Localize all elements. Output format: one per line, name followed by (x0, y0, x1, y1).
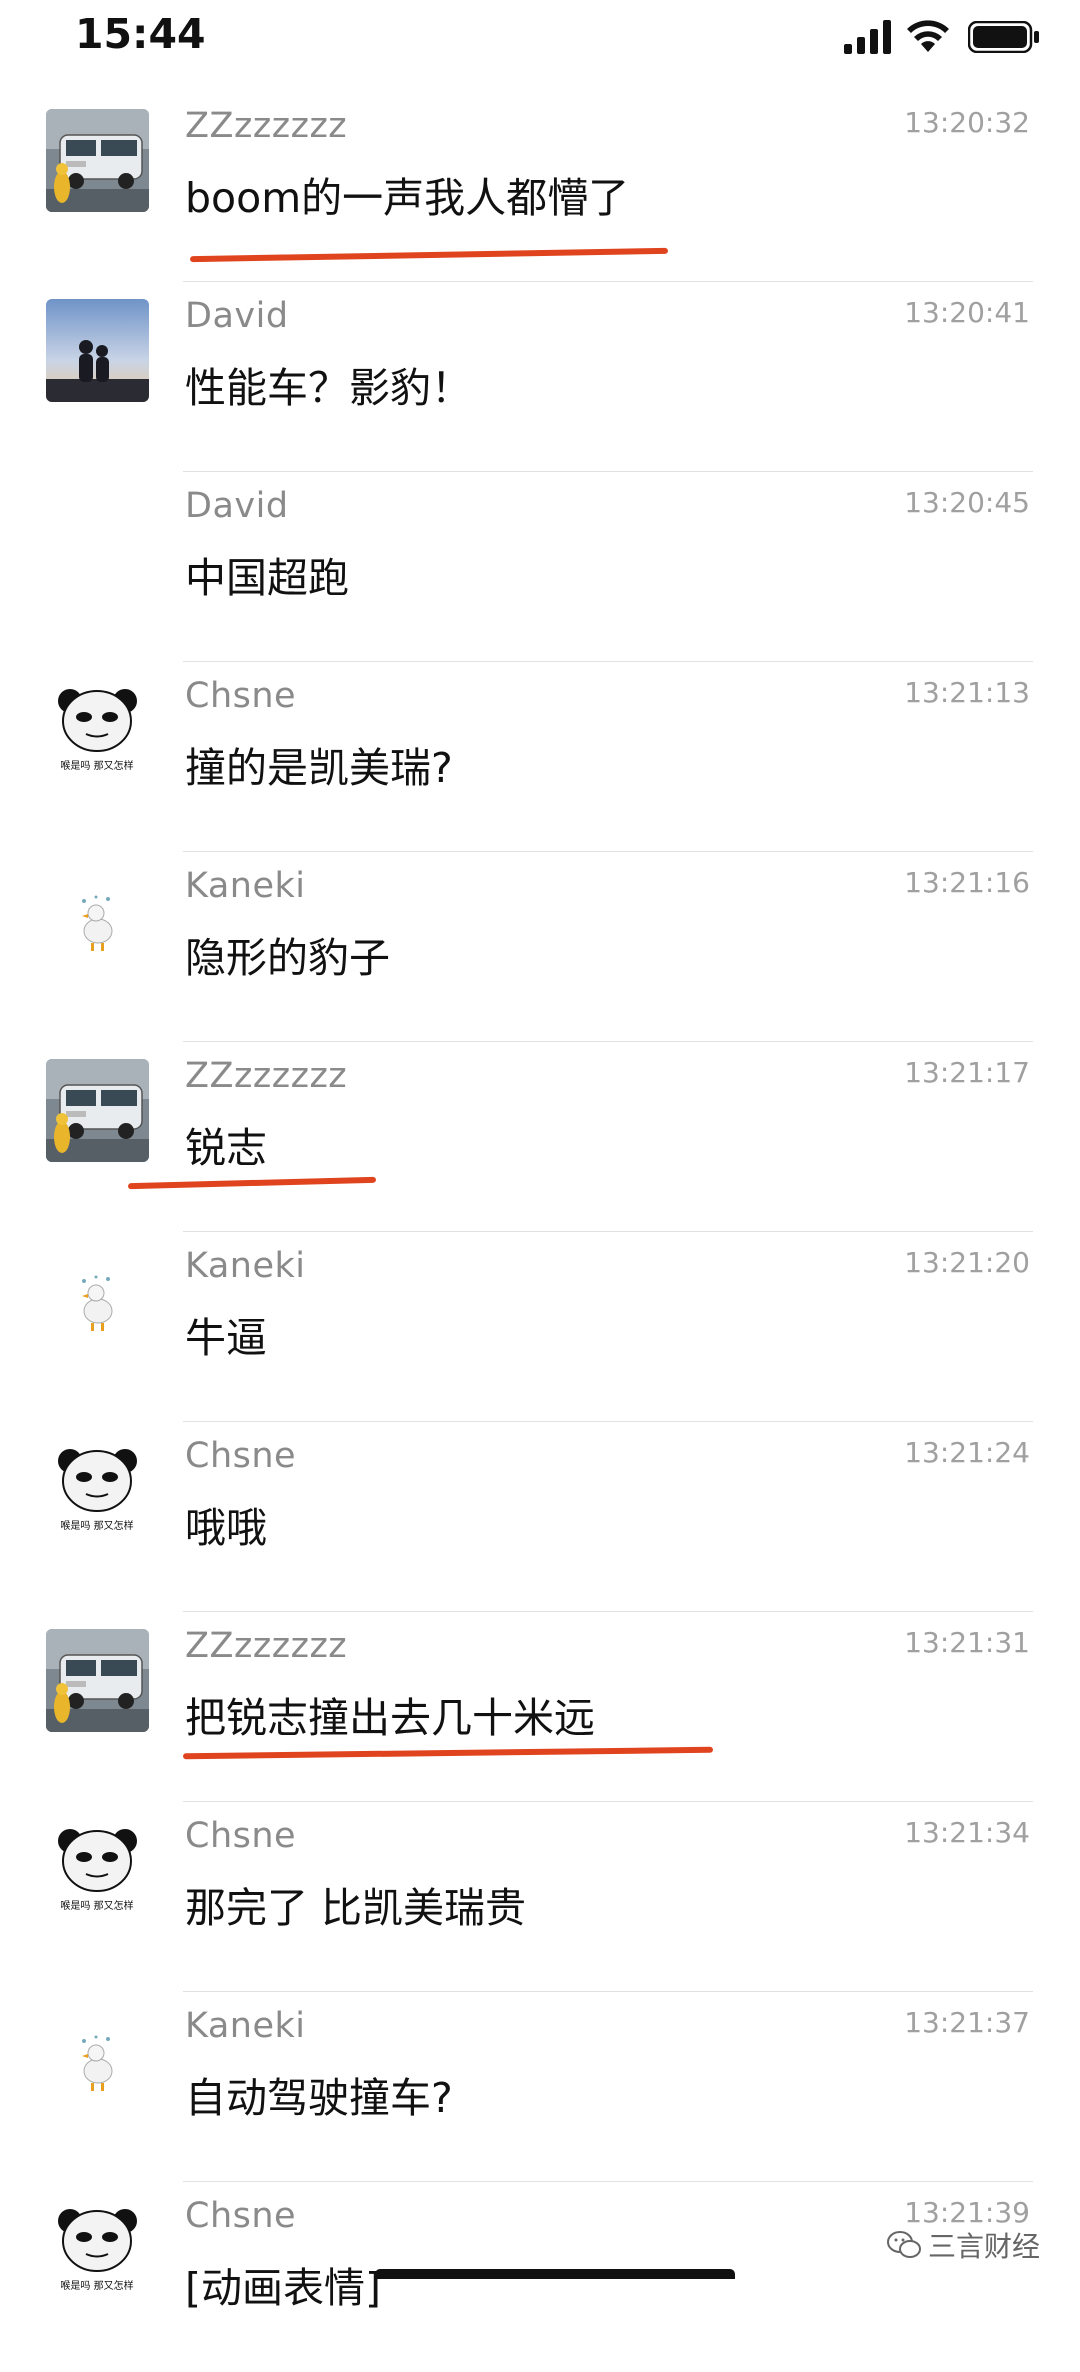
chat-message-row[interactable]: 喉是吗 那又怎样 Chsne 13:21:34 那完了 比凯美瑞贵 (0, 1802, 1080, 1992)
sender-name: David (185, 296, 289, 336)
chat-message-row[interactable]: ZZzzzzzz 13:21:31 把锐志撞出去几十米远 (0, 1612, 1080, 1802)
red-underline-annotation (182, 1746, 714, 1760)
chat-message-row[interactable]: David 13:20:45 中国超跑 (0, 472, 1080, 662)
avatar[interactable] (46, 1059, 149, 1162)
sender-name: Chsne (185, 1816, 297, 1856)
avatar[interactable] (46, 2009, 149, 2112)
chat-message-row[interactable]: ZZzzzzzz 13:21:17 锐志 (0, 1042, 1080, 1232)
sender-name: Chsne (185, 1436, 297, 1476)
svg-text:喉是吗 那又怎样: 喉是吗 那又怎样 (60, 759, 133, 772)
watermark: 三言财经 (886, 2225, 1040, 2265)
message-text[interactable]: 把锐志撞出去几十米远 (185, 1684, 595, 1744)
message-timestamp: 13:21:20 (904, 1246, 1030, 1279)
wechat-icon (886, 2231, 921, 2258)
message-text[interactable]: 牛逼 (185, 1304, 267, 1364)
chat-message-row[interactable]: Kaneki 13:21:20 牛逼 (0, 1232, 1080, 1422)
sender-name: Kaneki (185, 1246, 306, 1286)
message-text[interactable]: 性能车？影豹！ (185, 354, 472, 414)
avatar[interactable]: 喉是吗 那又怎样 (46, 679, 149, 782)
message-text[interactable]: 隐形的豹子 (185, 924, 390, 984)
chat-message-row[interactable]: Kaneki 13:21:37 自动驾驶撞车? (0, 1992, 1080, 2182)
message-timestamp: 13:21:37 (904, 2006, 1030, 2039)
message-text[interactable]: boom的一声我人都懵了 (185, 164, 629, 224)
message-timestamp: 13:21:17 (904, 1056, 1030, 1089)
message-timestamp: 13:21:24 (904, 1436, 1030, 1469)
sender-name: Chsne (185, 2196, 297, 2236)
cellular-signal-icon (844, 20, 891, 54)
sender-name: Kaneki (185, 2006, 306, 2046)
svg-text:喉是吗 那又怎样: 喉是吗 那又怎样 (60, 2279, 133, 2292)
avatar[interactable] (46, 1629, 149, 1732)
battery-icon (968, 21, 1039, 53)
message-timestamp: 13:21:34 (904, 1816, 1030, 1849)
sender-name: Kaneki (185, 866, 306, 906)
avatar[interactable] (46, 109, 149, 212)
avatar[interactable]: 喉是吗 那又怎样 (46, 1819, 149, 1922)
chat-message-row[interactable]: Kaneki 13:21:16 隐形的豹子 (0, 852, 1080, 1042)
wifi-icon (907, 20, 949, 52)
message-timestamp: 13:21:16 (904, 866, 1030, 899)
red-underline-annotation (127, 1176, 377, 1190)
message-timestamp: 13:21:13 (904, 676, 1030, 709)
chat-message-row[interactable]: 喉是吗 那又怎样 Chsne 13:21:13 撞的是凯美瑞? (0, 662, 1080, 852)
chat-message-list[interactable]: ZZzzzzzz 13:20:32 boom的一声我人都懵了 David 13:20:4… (0, 92, 1080, 2372)
avatar[interactable] (46, 299, 149, 402)
status-time: 15:44 (75, 10, 206, 58)
chat-message-row[interactable]: David 13:20:41 性能车？影豹！ (0, 282, 1080, 472)
status-bar: 15:44 (0, 0, 1080, 80)
sender-name: ZZzzzzzz (185, 1056, 348, 1096)
avatar[interactable] (46, 1249, 149, 1352)
avatar[interactable]: 喉是吗 那又怎样 (46, 1439, 149, 1542)
message-text[interactable]: 锐志 (185, 1114, 267, 1174)
svg-text:喉是吗 那又怎样: 喉是吗 那又怎样 (60, 1899, 133, 1912)
message-text[interactable]: 哦哦 (185, 1494, 267, 1554)
message-text[interactable]: 自动驾驶撞车? (185, 2064, 453, 2124)
message-text[interactable]: 中国超跑 (185, 544, 349, 604)
message-text[interactable]: 那完了 比凯美瑞贵 (185, 1874, 526, 1934)
svg-text:喉是吗 那又怎样: 喉是吗 那又怎样 (60, 1519, 133, 1532)
home-indicator (375, 2269, 735, 2279)
message-timestamp: 13:20:32 (904, 106, 1030, 139)
avatar[interactable] (46, 869, 149, 972)
message-timestamp: 13:21:31 (904, 1626, 1030, 1659)
message-text[interactable]: [动画表情] (185, 2254, 381, 2314)
chat-message-row[interactable]: ZZzzzzzz 13:20:32 boom的一声我人都懵了 (0, 92, 1080, 282)
message-timestamp: 13:20:41 (904, 296, 1030, 329)
sender-name: David (185, 486, 289, 526)
chat-message-row[interactable]: 喉是吗 那又怎样 Chsne 13:21:24 哦哦 (0, 1422, 1080, 1612)
sender-name: Chsne (185, 676, 297, 716)
message-timestamp: 13:20:45 (904, 486, 1030, 519)
sender-name: ZZzzzzzz (185, 106, 348, 146)
red-underline-annotation (189, 247, 669, 263)
avatar[interactable]: 喉是吗 那又怎样 (46, 2199, 149, 2302)
watermark-text: 三言财经 (927, 2230, 1040, 2263)
sender-name: ZZzzzzzz (185, 1626, 348, 1666)
message-text[interactable]: 撞的是凯美瑞? (185, 734, 453, 794)
